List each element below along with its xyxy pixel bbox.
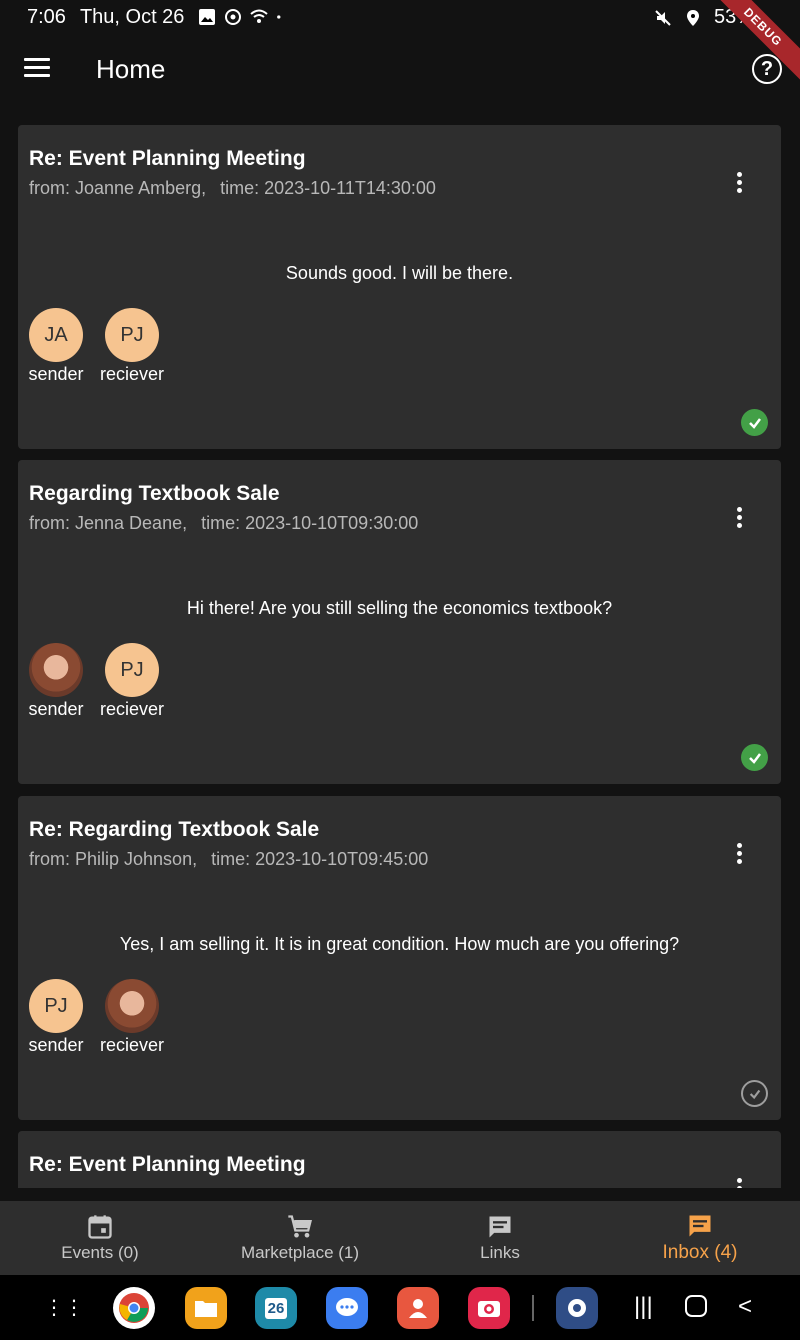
status-time: 7:06 — [27, 5, 66, 28]
message-title: Re: Event Planning Meeting — [29, 147, 306, 170]
receiver-avatar: PJ — [105, 643, 159, 697]
message-body: Sounds good. I will be there. — [285, 263, 514, 283]
message-from: from: Joanne Amberg, — [29, 178, 207, 198]
help-icon[interactable]: ? — [752, 54, 782, 84]
receiver-label: reciever — [99, 364, 165, 384]
menu-icon[interactable] — [24, 58, 50, 80]
chrome-icon[interactable] — [113, 1287, 155, 1329]
message-participants: JA sender PJ reciever — [18, 308, 170, 385]
bottom-nav: Events (0) Marketplace (1) Links Inbox (… — [0, 1201, 800, 1275]
notification-dot-icon — [277, 15, 281, 19]
location-icon — [686, 9, 699, 26]
status-bar: 7:06 Thu, Oct 26 53% DEBUG — [0, 0, 800, 88]
status-date: Thu, Oct 26 — [79, 5, 185, 28]
message-meta: from: Jenna Deane, time: 2023-10-10T09:30… — [29, 513, 418, 534]
sender-label: sender — [28, 364, 84, 384]
message-card[interactable]: Re: Event Planning Meeting from: Joanne … — [18, 125, 781, 449]
more-options-icon[interactable] — [735, 843, 743, 867]
settings-icon[interactable] — [556, 1287, 598, 1329]
app-drawer-icon[interactable]: ⋮⋮ — [44, 1295, 84, 1320]
nav-events[interactable]: Events (0) — [0, 1201, 200, 1275]
message-from: from: Jenna Deane, — [29, 513, 188, 533]
app-bar: Home ? — [0, 34, 800, 106]
message-title: Regarding Textbook Sale — [29, 482, 280, 505]
message-participants: sender PJ reciever — [18, 643, 170, 720]
calendar-icon — [88, 1215, 112, 1239]
camera-icon[interactable] — [468, 1287, 510, 1329]
message-from: from: Philip Johnson, — [29, 849, 198, 869]
nav-inbox-label: Inbox (4) — [662, 1242, 738, 1263]
message-card[interactable]: Re: Regarding Textbook Sale from: Philip… — [18, 796, 781, 1120]
sender-label: sender — [28, 1035, 84, 1055]
message-body: Yes, I am selling it. It is in great con… — [119, 934, 680, 954]
contacts-icon[interactable] — [397, 1287, 439, 1329]
nav-inbox[interactable]: Inbox (4) — [600, 1201, 800, 1275]
mute-icon — [655, 9, 671, 26]
back-button[interactable]: < — [738, 1293, 752, 1321]
message-meta: from: Joanne Amberg, time: 2023-10-11T14:… — [29, 178, 436, 199]
receiver-label: reciever — [99, 1035, 165, 1055]
home-button[interactable] — [685, 1295, 707, 1317]
nav-marketplace[interactable]: Marketplace (1) — [200, 1201, 400, 1275]
inbox-icon — [689, 1215, 711, 1237]
message-title: Re: Event Planning Meeting — [29, 1153, 306, 1176]
message-body: Hi there! Are you still selling the econ… — [186, 598, 613, 618]
more-options-icon[interactable] — [735, 1178, 743, 1188]
page-title: Home — [96, 54, 166, 84]
sender-label: sender — [28, 699, 84, 719]
sender-photo-avatar — [29, 643, 83, 697]
system-navigation: ⋮⋮ 26 ||| < — [0, 1275, 800, 1340]
cart-icon — [288, 1215, 312, 1238]
unread-check-icon[interactable] — [741, 1080, 768, 1107]
sender-avatar: JA — [29, 308, 83, 362]
receiver-photo-avatar — [105, 979, 159, 1033]
sync-icon — [225, 9, 242, 25]
sender-avatar: PJ — [29, 979, 83, 1033]
dock-divider — [532, 1295, 534, 1321]
recent-apps-button[interactable]: ||| — [634, 1293, 653, 1321]
message-meta: from: Philip Johnson, time: 2023-10-10T09… — [29, 849, 428, 870]
message-time: time: 2023-10-10T09:45:00 — [211, 849, 429, 869]
calendar-day: 26 — [264, 1297, 288, 1319]
nav-links-label: Links — [480, 1243, 520, 1262]
more-options-icon[interactable] — [735, 507, 743, 531]
files-icon[interactable] — [185, 1287, 227, 1329]
wifi-icon — [250, 9, 269, 23]
more-options-icon[interactable] — [735, 172, 743, 196]
receiver-label: reciever — [99, 699, 165, 719]
gallery-icon — [199, 9, 216, 25]
message-title: Re: Regarding Textbook Sale — [29, 818, 320, 841]
message-card[interactable]: Regarding Textbook Sale from: Jenna Dean… — [18, 460, 781, 784]
message-participants: PJ sender reciever — [18, 979, 170, 1056]
calendar-app-icon[interactable]: 26 — [255, 1287, 297, 1329]
receiver-avatar: PJ — [105, 308, 159, 362]
nav-marketplace-label: Marketplace (1) — [240, 1243, 360, 1262]
chat-icon — [489, 1216, 511, 1238]
messages-icon[interactable] — [326, 1287, 368, 1329]
message-time: time: 2023-10-11T14:30:00 — [220, 178, 436, 198]
nav-links[interactable]: Links — [400, 1201, 600, 1275]
read-check-icon[interactable] — [741, 409, 768, 436]
message-card[interactable]: Re: Event Planning Meeting — [18, 1131, 781, 1188]
read-check-icon[interactable] — [741, 744, 768, 771]
message-time: time: 2023-10-10T09:30:00 — [201, 513, 419, 533]
nav-events-label: Events (0) — [61, 1243, 139, 1262]
message-list[interactable]: Re: Event Planning Meeting from: Joanne … — [0, 106, 800, 1188]
